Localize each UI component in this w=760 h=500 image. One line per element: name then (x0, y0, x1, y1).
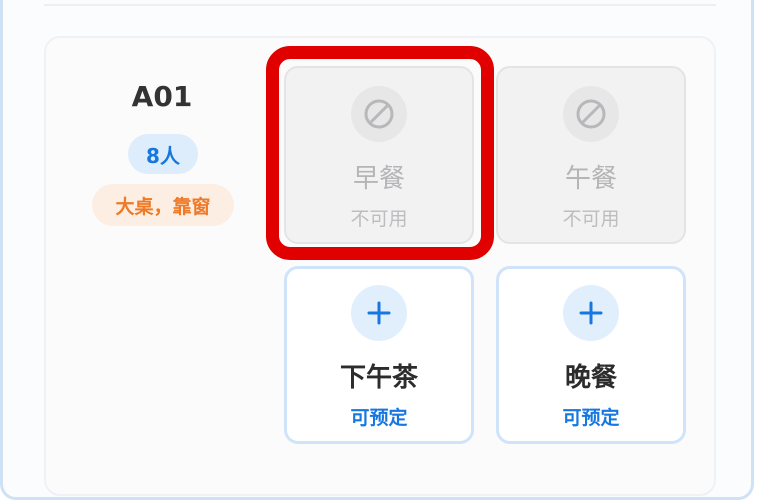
room-tags-badge: 大桌，靠窗 (92, 184, 234, 226)
slot-dinner[interactable]: 晚餐 可预定 (496, 266, 686, 444)
plus-icon (351, 285, 407, 341)
slot-status: 可预定 (562, 407, 620, 429)
slot-afternoon-tea[interactable]: 下午茶 可预定 (284, 266, 474, 444)
capacity-badge: 8人 (128, 134, 198, 174)
slot-name: 下午茶 (339, 363, 418, 393)
forbidden-icon (563, 86, 619, 142)
slot-status: 可预定 (350, 407, 408, 429)
slot-status: 不可用 (562, 208, 620, 230)
divider (44, 4, 716, 6)
plus-icon (563, 285, 619, 341)
room-code: A01 (131, 80, 193, 113)
highlight-box (266, 46, 494, 260)
slot-lunch[interactable]: 午餐 不可用 (496, 66, 686, 244)
slot-name: 午餐 (564, 164, 617, 194)
slot-name: 晚餐 (564, 363, 617, 393)
